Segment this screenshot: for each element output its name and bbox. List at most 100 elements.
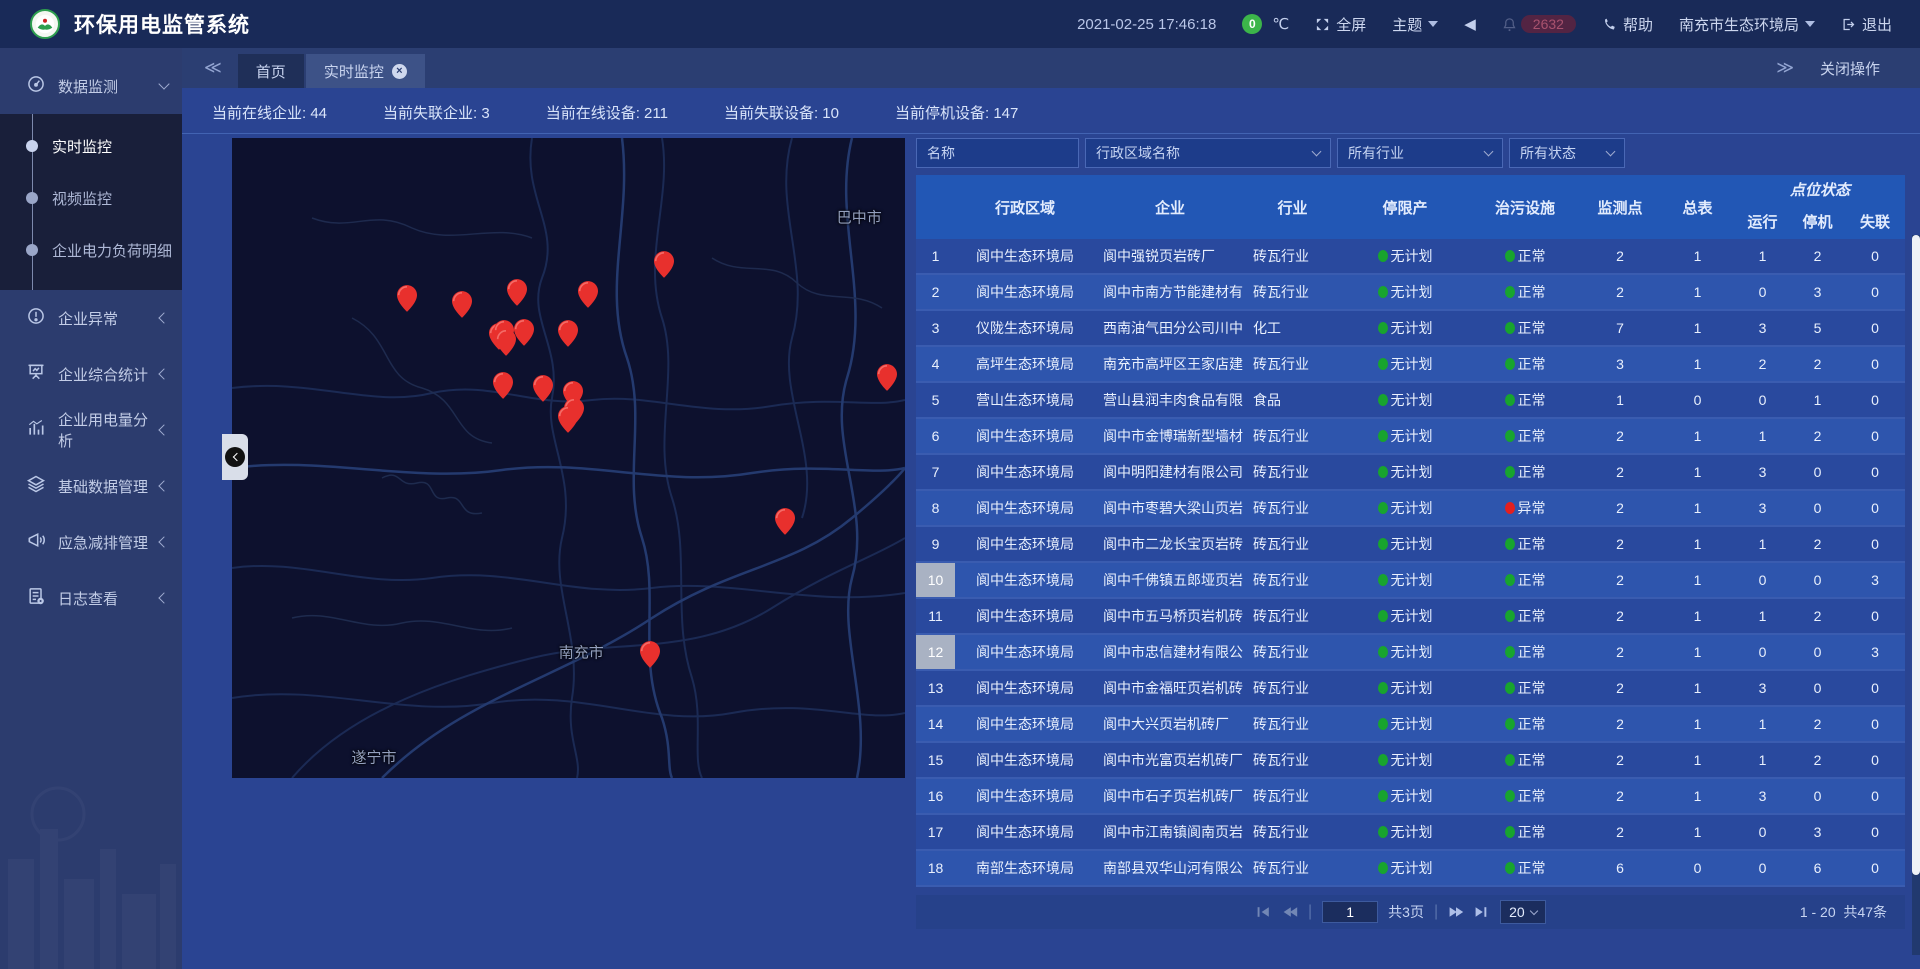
table-row[interactable]: 6阆中生态环境局阆中市金博瑞新型墙材砖瓦行业无计划正常21120 (916, 419, 1905, 455)
map-pin-icon[interactable] (452, 291, 472, 318)
map-pin-icon[interactable] (558, 406, 578, 433)
cell-running: 0 (1735, 635, 1790, 669)
next-page-button[interactable] (1448, 905, 1464, 919)
divider: | (1434, 903, 1438, 921)
sidebar-collapse-toggle[interactable] (222, 434, 248, 480)
table-row[interactable]: 1阆中生态环境局阆中强锐页岩砖厂砖瓦行业无计划正常21120 (916, 239, 1905, 275)
region-select[interactable]: 行政区域名称 (1085, 138, 1331, 168)
fullscreen-button[interactable]: 全屏 (1315, 14, 1366, 35)
column-group-点位状态: 点位状态运行停机失联 (1735, 175, 1905, 239)
close-operations-button[interactable]: 关闭操作 (1820, 58, 1880, 79)
map-pin-icon[interactable] (654, 251, 674, 278)
sidebar-item-2[interactable]: 企业异常 (0, 290, 182, 346)
cell-lost: 0 (1845, 311, 1905, 345)
temperature-unit: ℃ (1272, 15, 1289, 33)
sidebar-item-6[interactable]: 应急减排管理 (0, 514, 182, 570)
tabs-scroll-right-icon[interactable]: ≫ (1776, 58, 1794, 78)
table-row[interactable]: 3仪陇生态环境局西南油气田分公司川中化工无计划正常71350 (916, 311, 1905, 347)
map-pin-icon[interactable] (507, 279, 527, 306)
sidebar-item-4[interactable]: 企业用电量分析 (0, 402, 182, 458)
table-row[interactable]: 14阆中生态环境局阆中大兴页岩机砖厂砖瓦行业无计划正常21120 (916, 707, 1905, 743)
temperature-badge: 0 (1242, 14, 1262, 34)
cell-limit-status: 无计划 (1340, 347, 1470, 381)
sidebar-subitem[interactable]: 企业电力负荷明细 (0, 224, 182, 276)
cell-stopped: 0 (1790, 671, 1845, 705)
industry-select[interactable]: 所有行业 (1337, 138, 1503, 168)
status-dot-green (1378, 466, 1388, 478)
help-button[interactable]: 帮助 (1602, 14, 1653, 35)
map-pin-icon[interactable] (877, 364, 897, 391)
enterprise-panel: 名称 行政区域名称 所有行业 所有状态 行政区域企业行业停限产治污设施监测点总表… (916, 138, 1905, 929)
table-row[interactable]: 10阆中生态环境局阆中千佛镇五郎垭页岩砖瓦行业无计划正常21003 (916, 563, 1905, 599)
cell-total-meters: 1 (1660, 779, 1735, 813)
map-pin-icon[interactable] (578, 281, 598, 308)
cell-monitor-points: 2 (1580, 275, 1660, 309)
bullet-icon (26, 140, 38, 152)
tab-2-active[interactable]: 实时监控× (306, 54, 425, 88)
map-pin-icon[interactable] (496, 329, 516, 356)
sidebar-item-5[interactable]: 基础数据管理 (0, 458, 182, 514)
table-row[interactable]: 17阆中生态环境局阆中市江南镇阆南页岩砖瓦行业无计划正常21030 (916, 815, 1905, 851)
table-row[interactable]: 13阆中生态环境局阆中市金福旺页岩机砖砖瓦行业无计划正常21300 (916, 671, 1905, 707)
total-pages-label: 共3页 (1388, 902, 1424, 922)
map-pin-icon[interactable] (493, 372, 513, 399)
table-row[interactable]: 12阆中生态环境局阆中市忠信建材有限公砖瓦行业无计划正常21003 (916, 635, 1905, 671)
sidebar-subitem[interactable]: 视频监控 (0, 172, 182, 224)
cell-limit-status: 无计划 (1340, 419, 1470, 453)
phone-icon (1602, 17, 1617, 32)
table-row[interactable]: 8阆中生态环境局阆中市枣碧大梁山页岩砖瓦行业无计划异常21300 (916, 491, 1905, 527)
cell-industry: 砖瓦行业 (1245, 815, 1340, 849)
table-row[interactable]: 9阆中生态环境局阆中市二龙长宝页岩砖砖瓦行业无计划正常21120 (916, 527, 1905, 563)
user-dropdown[interactable]: 南充市生态环境局 (1679, 14, 1815, 35)
notification-area[interactable]: 2632 (1502, 15, 1576, 33)
name-search-input[interactable]: 名称 (916, 138, 1079, 168)
table-row[interactable]: 15阆中生态环境局阆中市光富页岩机砖厂砖瓦行业无计划正常21120 (916, 743, 1905, 779)
table-row[interactable]: 16阆中生态环境局阆中市石子页岩机砖厂砖瓦行业无计划正常21300 (916, 779, 1905, 815)
status-dot-green (1378, 790, 1388, 802)
sidebar-item-7[interactable]: 日志查看 (0, 570, 182, 626)
column-header-运行: 运行 (1735, 203, 1790, 239)
map-pin-icon[interactable] (533, 375, 553, 402)
theme-dropdown[interactable]: 主题 (1392, 14, 1438, 35)
map-pin-icon[interactable] (514, 319, 534, 346)
prev-page-button[interactable] (1282, 905, 1298, 919)
chevron-down-icon (1484, 147, 1494, 157)
cell-limit-status: 无计划 (1340, 671, 1470, 705)
tab-close-icon[interactable]: × (392, 64, 407, 79)
table-scrollbar[interactable] (1912, 235, 1920, 955)
status-dot-green (1505, 826, 1515, 838)
cell-lost: 0 (1845, 851, 1905, 885)
table-row[interactable]: 11阆中生态环境局阆中市五马桥页岩机砖砖瓦行业无计划正常21120 (916, 599, 1905, 635)
table-row[interactable]: 2阆中生态环境局阆中市南方节能建材有砖瓦行业无计划正常21030 (916, 275, 1905, 311)
sidebar-subitem-label: 视频监控 (52, 188, 112, 209)
first-page-button[interactable] (1256, 905, 1272, 919)
cell-facility-status: 正常 (1470, 635, 1580, 669)
tab-1[interactable]: 首页 (238, 54, 304, 88)
table-row[interactable]: 5营山生态环境局营山县润丰肉食品有限食品无计划正常10010 (916, 383, 1905, 419)
cell-monitor-points: 2 (1580, 779, 1660, 813)
page-number-input[interactable]: 1 (1322, 901, 1378, 923)
tabs-scroll-left-icon[interactable]: ≪ (182, 58, 238, 78)
last-page-button[interactable] (1474, 905, 1490, 919)
sound-toggle-button[interactable]: ◀ (1464, 15, 1476, 33)
page-size-select[interactable]: 20 (1500, 900, 1546, 924)
cell-district: 阆中生态环境局 (955, 419, 1095, 453)
logout-button[interactable]: 退出 (1841, 14, 1892, 35)
table-row[interactable]: 7阆中生态环境局阆中明阳建材有限公司砖瓦行业无计划正常21300 (916, 455, 1905, 491)
table-row[interactable]: 4高坪生态环境局南充市高坪区王家店建砖瓦行业无计划正常31220 (916, 347, 1905, 383)
table-row[interactable]: 18南部生态环境局南部县双华山河有限公砖瓦行业无计划正常60060 (916, 851, 1905, 887)
cell-running: 1 (1735, 239, 1790, 273)
map-pin-icon[interactable] (640, 641, 660, 668)
sidebar-item-1[interactable]: 数据监测 (0, 58, 182, 114)
cell-stopped: 3 (1790, 275, 1845, 309)
map-pin-icon[interactable] (775, 508, 795, 535)
status-select[interactable]: 所有状态 (1509, 138, 1625, 168)
sidebar-subitem-active[interactable]: 实时监控 (0, 120, 182, 172)
scrollbar-thumb[interactable] (1912, 235, 1920, 875)
map-panel[interactable]: 巴中市南充市遂宁市 (232, 138, 905, 778)
map-pin-icon[interactable] (558, 320, 578, 347)
status-dot-green (1378, 574, 1388, 586)
map-pin-icon[interactable] (397, 285, 417, 312)
status-dot-green (1505, 790, 1515, 802)
sidebar-item-3[interactable]: 企业综合统计 (0, 346, 182, 402)
